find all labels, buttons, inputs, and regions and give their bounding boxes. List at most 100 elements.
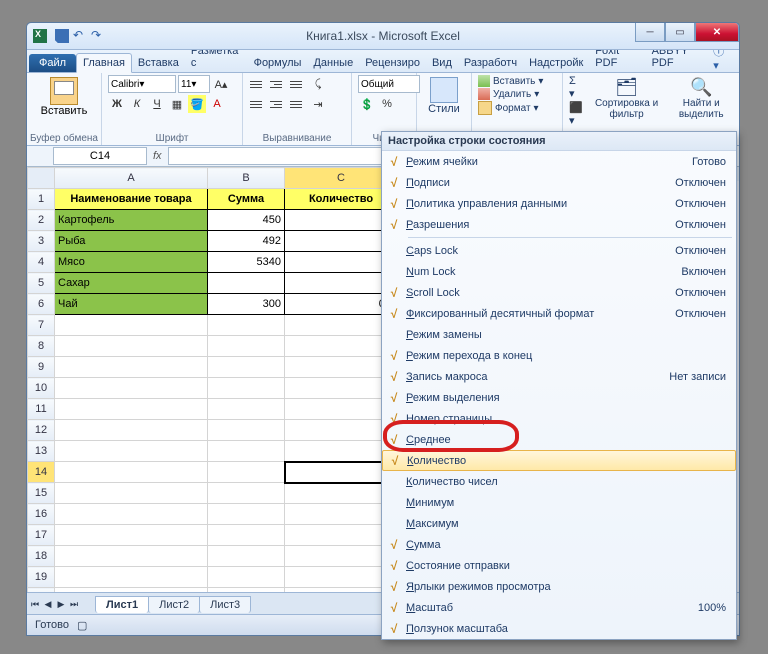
ctx-item-2[interactable]: √Политика управления даннымиОтключен bbox=[382, 193, 736, 214]
align-center-icon[interactable] bbox=[269, 96, 287, 112]
currency-icon[interactable]: 💲 bbox=[358, 95, 376, 113]
cell-B12[interactable] bbox=[208, 420, 285, 441]
row-header-15[interactable]: 15 bbox=[28, 483, 55, 504]
sheet-tab-2[interactable]: Лист3 bbox=[199, 596, 251, 613]
row-header-19[interactable]: 19 bbox=[28, 567, 55, 588]
macro-record-icon[interactable]: ▢ bbox=[77, 619, 87, 632]
ctx-item-8[interactable]: √Фиксированный десятичный форматОтключен bbox=[382, 303, 736, 324]
ctx-item-20[interactable]: √Состояние отправки bbox=[382, 555, 736, 576]
cell-B13[interactable] bbox=[208, 441, 285, 462]
ctx-item-0[interactable]: √Режим ячейкиГотово bbox=[382, 151, 736, 172]
format-cells-button[interactable]: Формат ▾ bbox=[478, 101, 556, 115]
sheet-tab-0[interactable]: Лист1 bbox=[95, 596, 149, 613]
close-button[interactable]: ✕ bbox=[695, 23, 739, 42]
font-size-select[interactable]: 11 ▾ bbox=[178, 75, 210, 93]
underline-button[interactable]: Ч bbox=[148, 95, 166, 113]
cell-A7[interactable] bbox=[55, 315, 208, 336]
cell-A16[interactable] bbox=[55, 504, 208, 525]
delete-cells-button[interactable]: Удалить ▾ bbox=[478, 88, 556, 100]
ribbon-tab-3[interactable]: Формулы bbox=[248, 54, 308, 72]
cell-A6[interactable]: Чай bbox=[55, 294, 208, 315]
align-left-icon[interactable] bbox=[249, 96, 267, 112]
ribbon-tab-1[interactable]: Вставка bbox=[132, 54, 185, 72]
row-header-8[interactable]: 8 bbox=[28, 336, 55, 357]
undo-icon[interactable]: ↶ bbox=[73, 29, 87, 43]
ctx-item-7[interactable]: √Scroll LockОтключен bbox=[382, 282, 736, 303]
row-header-10[interactable]: 10 bbox=[28, 378, 55, 399]
cell-A4[interactable]: Мясо bbox=[55, 252, 208, 273]
cell-B2[interactable]: 450 bbox=[208, 210, 285, 231]
file-tab[interactable]: Файл bbox=[29, 54, 76, 72]
ribbon-tab-0[interactable]: Главная bbox=[76, 53, 132, 73]
italic-button[interactable]: К bbox=[128, 95, 146, 113]
cell-B10[interactable] bbox=[208, 378, 285, 399]
indent-icon[interactable]: ⇥ bbox=[309, 95, 327, 113]
ctx-item-13[interactable]: √Номер страницы bbox=[382, 408, 736, 429]
name-box[interactable]: C14 bbox=[53, 147, 147, 165]
cell-A5[interactable]: Сахар bbox=[55, 273, 208, 294]
save-icon[interactable] bbox=[55, 29, 69, 43]
cell-A2[interactable]: Картофель bbox=[55, 210, 208, 231]
row-header-12[interactable]: 12 bbox=[28, 420, 55, 441]
align-top-icon[interactable] bbox=[249, 76, 267, 92]
align-right-icon[interactable] bbox=[289, 96, 307, 112]
ctx-item-1[interactable]: √ПодписиОтключен bbox=[382, 172, 736, 193]
ctx-item-21[interactable]: √Ярлыки режимов просмотра bbox=[382, 576, 736, 597]
row-header-7[interactable]: 7 bbox=[28, 315, 55, 336]
ctx-item-6[interactable]: Num LockВключен bbox=[382, 261, 736, 282]
cell-A8[interactable] bbox=[55, 336, 208, 357]
font-color-button[interactable]: A bbox=[208, 95, 226, 113]
ctx-item-3[interactable]: √РазрешенияОтключен bbox=[382, 214, 736, 235]
cell-A10[interactable] bbox=[55, 378, 208, 399]
font-name-select[interactable]: Calibri ▾ bbox=[108, 75, 176, 93]
minimize-button[interactable]: ─ bbox=[635, 23, 665, 42]
border-button[interactable]: ▦ bbox=[168, 95, 186, 113]
styles-button[interactable]: Стили bbox=[423, 75, 465, 117]
ctx-item-18[interactable]: Максимум bbox=[382, 513, 736, 534]
cell-A9[interactable] bbox=[55, 357, 208, 378]
ctx-item-16[interactable]: Количество чисел bbox=[382, 471, 736, 492]
row-header-16[interactable]: 16 bbox=[28, 504, 55, 525]
row-header-13[interactable]: 13 bbox=[28, 441, 55, 462]
cell-B15[interactable] bbox=[208, 483, 285, 504]
cell-B17[interactable] bbox=[208, 525, 285, 546]
cell-B8[interactable] bbox=[208, 336, 285, 357]
ctx-item-11[interactable]: √Запись макросаНет записи bbox=[382, 366, 736, 387]
cell-B11[interactable] bbox=[208, 399, 285, 420]
grow-font-icon[interactable]: A▴ bbox=[212, 75, 230, 93]
percent-icon[interactable]: % bbox=[378, 95, 396, 113]
ctx-item-14[interactable]: √Среднее bbox=[382, 429, 736, 450]
cell-B14[interactable] bbox=[208, 462, 285, 483]
paste-button[interactable]: Вставить bbox=[33, 75, 95, 119]
cell-A12[interactable] bbox=[55, 420, 208, 441]
cell-B18[interactable] bbox=[208, 546, 285, 567]
align-middle-icon[interactable] bbox=[269, 76, 287, 92]
cell-A18[interactable] bbox=[55, 546, 208, 567]
sheet-nav[interactable]: ⏮◀▶⏭ bbox=[29, 597, 80, 611]
row-header-9[interactable]: 9 bbox=[28, 357, 55, 378]
cell-A1[interactable]: Наименование товара bbox=[55, 189, 208, 210]
cell-B9[interactable] bbox=[208, 357, 285, 378]
row-header-11[interactable]: 11 bbox=[28, 399, 55, 420]
row-header-18[interactable]: 18 bbox=[28, 546, 55, 567]
cell-B7[interactable] bbox=[208, 315, 285, 336]
autosum-icon[interactable]: Σ ▾ bbox=[569, 75, 584, 100]
fill-icon[interactable]: ⬛ ▾ bbox=[569, 101, 584, 127]
ctx-item-23[interactable]: √Ползунок масштаба bbox=[382, 618, 736, 639]
ctx-item-22[interactable]: √Масштаб100% bbox=[382, 597, 736, 618]
row-header-3[interactable]: 3 bbox=[28, 231, 55, 252]
maximize-button[interactable]: ▭ bbox=[665, 23, 695, 42]
orientation-icon[interactable]: ⤹ bbox=[309, 75, 327, 93]
ctx-item-5[interactable]: Caps LockОтключен bbox=[382, 240, 736, 261]
cell-B16[interactable] bbox=[208, 504, 285, 525]
cell-B19[interactable] bbox=[208, 567, 285, 588]
ribbon-tab-7[interactable]: Разработч bbox=[458, 54, 523, 72]
cell-A11[interactable] bbox=[55, 399, 208, 420]
cell-B4[interactable]: 5340 bbox=[208, 252, 285, 273]
row-header-17[interactable]: 17 bbox=[28, 525, 55, 546]
col-header-A[interactable]: A bbox=[55, 168, 208, 189]
row-header-4[interactable]: 4 bbox=[28, 252, 55, 273]
cell-A19[interactable] bbox=[55, 567, 208, 588]
cell-B1[interactable]: Сумма bbox=[208, 189, 285, 210]
redo-icon[interactable]: ↷ bbox=[91, 29, 105, 43]
